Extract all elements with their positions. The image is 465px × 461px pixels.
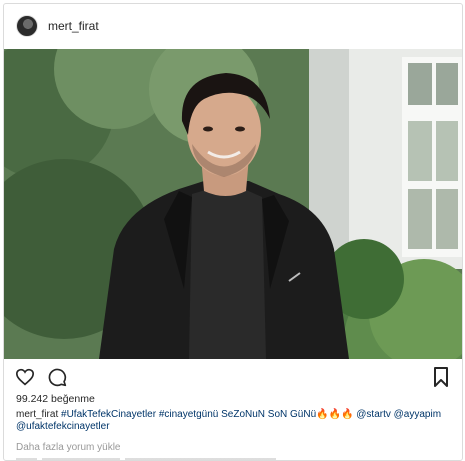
- bookmark-outline-icon: [434, 367, 448, 387]
- action-bar: [4, 362, 462, 392]
- comment-button[interactable]: [46, 366, 68, 388]
- post-username[interactable]: mert_firat: [48, 19, 99, 33]
- post-caption: mert_firat #UfakTefekCinayetler #cinayet…: [16, 409, 452, 433]
- comment-bubble-icon: [48, 368, 67, 387]
- post-photo[interactable]: [4, 49, 462, 359]
- like-button[interactable]: [14, 366, 36, 388]
- caption-username[interactable]: mert_firat: [16, 409, 58, 420]
- save-button[interactable]: [430, 366, 452, 388]
- load-more-comments-link[interactable]: Daha fazla yorum yükle: [16, 442, 121, 453]
- profile-avatar[interactable]: [16, 15, 38, 37]
- portrait-photo: [4, 49, 462, 359]
- caption-text: #UfakTefekCinayetler #cinayetgünü SeZoNu…: [16, 409, 442, 432]
- likes-count[interactable]: 99.242 beğenme: [16, 393, 95, 405]
- post-card: mert_firat 99.242 beğenme mert_firat #Uf…: [3, 3, 463, 461]
- heart-outline-icon: [15, 368, 35, 386]
- post-header: mert_firat: [4, 4, 462, 48]
